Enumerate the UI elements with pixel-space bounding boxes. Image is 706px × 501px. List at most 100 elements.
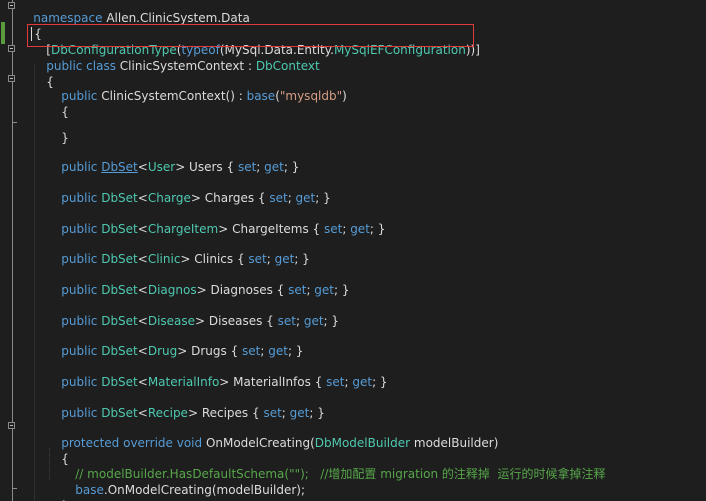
code-line-dbset-diagnoses: public DbSet<Diagnos> Diagnoses { set; g… [46, 266, 349, 297]
entity-type: User [147, 160, 176, 174]
close-brace: ; } [315, 191, 331, 205]
property-name: > MaterialInfos { [219, 375, 327, 389]
keyword-set: set [248, 252, 267, 266]
property-name: > Drugs { [177, 344, 243, 358]
code-line-dbset-recipes: public DbSet<Recipe> Recipes { set; get;… [46, 389, 325, 420]
keyword-public: public [61, 406, 98, 420]
dbset-type: DbSet [101, 375, 138, 389]
property-name: > Users { [175, 160, 238, 174]
paren: ) [342, 89, 347, 103]
keyword-public: public [61, 160, 98, 174]
entity-type: Charge [147, 191, 191, 205]
dbset-type: DbSet [101, 191, 138, 205]
keyword-get: get [314, 283, 335, 297]
semicolon: ; [266, 252, 275, 266]
code-line-dbset-drugs: public DbSet<Drug> Drugs { set; get; } [46, 327, 303, 358]
outline-end-tick [12, 122, 17, 123]
param-name: modelBuilder) [410, 436, 499, 450]
code-line-ctor-open: { [46, 88, 69, 119]
entity-type: ChargeItem [147, 222, 219, 236]
keyword-set: set [323, 222, 343, 236]
namespace-name: Allen.ClinicSystem.Data [102, 11, 250, 25]
keyword-public: public [61, 314, 98, 328]
keyword-get: get [352, 375, 373, 389]
dbset-type: DbSet [101, 344, 138, 358]
close-brace: ; } [294, 252, 310, 266]
code-line-dbset-users: public DbSet<User> Users { set; get; } [46, 143, 299, 174]
keyword-set: set [242, 344, 261, 358]
angle-open: < [137, 252, 148, 266]
keyword-base: base [246, 89, 276, 103]
change-indicator-bar [1, 22, 5, 44]
code-line-namespace: namespace Allen.ClinicSystem.Data [18, 0, 250, 25]
entity-type: Recipe [147, 406, 188, 420]
angle-open: < [137, 222, 148, 236]
code-line-onmodelcreating: protected override void OnModelCreating(… [46, 419, 498, 450]
close-brace: ; } [283, 160, 300, 174]
code-line-class-decl: public class ClinicSystemContext : DbCon… [31, 42, 319, 73]
method-name: OnModelCreating( [202, 436, 315, 450]
property-name: > Charges { [190, 191, 270, 205]
dbset-type: DbSet [101, 406, 138, 420]
keyword-set: set [277, 314, 296, 328]
string-literal: "mysqldb" [279, 89, 343, 103]
semicolon: ; [342, 222, 351, 236]
semicolon: ; [281, 406, 290, 420]
dbset-type-selected[interactable]: DbSet [101, 160, 138, 174]
code-line-base-call: base.OnModelCreating(modelBuilder); [60, 466, 305, 497]
keyword-set: set [269, 191, 288, 205]
keyword-set: set [263, 406, 282, 420]
code-line-dbset-materialinfos: public DbSet<MaterialInfo> MaterialInfos… [46, 358, 387, 389]
collapse-namespace-icon[interactable] [8, 2, 15, 9]
base-class: DbContext [255, 59, 320, 73]
property-name: > Recipes { [187, 406, 264, 420]
semicolon: ; [295, 314, 304, 328]
close-brace: ; } [287, 344, 304, 358]
outline-end-tick [12, 488, 17, 489]
collapse-constructor-icon[interactable] [8, 75, 15, 82]
keyword-set: set [288, 283, 307, 297]
collapse-method-icon[interactable] [8, 422, 15, 429]
code-line-dbset-chargeitems: public DbSet<ChargeItem> ChargeItems { s… [46, 205, 385, 236]
keyword-get: get [295, 191, 316, 205]
code-line-dbset-diseases: public DbSet<Disease> Diseases { set; ge… [46, 297, 339, 328]
keyword-public: public [61, 222, 98, 236]
close-brace: ; } [323, 314, 340, 328]
keyword-set: set [237, 160, 257, 174]
keyword-base: base [75, 483, 104, 497]
keyword-public: public [61, 191, 98, 205]
keyword-get: get [274, 252, 295, 266]
entity-type: Disease [147, 314, 196, 328]
close-brace: ; } [369, 222, 386, 236]
keyword-public: public [61, 344, 98, 358]
dbset-type: DbSet [101, 283, 138, 297]
editor-gutter [0, 0, 22, 501]
keyword-get: get [350, 222, 370, 236]
entity-type: Clinic [147, 252, 181, 266]
keyword-get: get [289, 406, 310, 420]
keyword-public: public [61, 375, 98, 389]
code-line-dbset-clinics: public DbSet<Clinic> Clinics { set; get;… [46, 235, 310, 266]
keyword-public: public [61, 283, 98, 297]
keyword-public: public [61, 252, 98, 266]
dbset-type: DbSet [101, 314, 138, 328]
angle-open: < [137, 344, 148, 358]
close-brace: ; } [372, 375, 388, 389]
angle-open: < [137, 406, 148, 420]
code-editor[interactable]: namespace Allen.ClinicSystem.Data { [DbC… [0, 0, 706, 501]
collapse-class-icon[interactable] [8, 45, 15, 52]
code-line-dbset-charges: public DbSet<Charge> Charges { set; get;… [46, 174, 331, 205]
keyword-namespace: namespace [33, 11, 103, 25]
semicolon: ; [287, 191, 296, 205]
entity-type: Drug [147, 344, 178, 358]
property-name: > Diagnoses { [196, 283, 289, 297]
dbset-type: DbSet [101, 222, 138, 236]
keyword-set: set [326, 375, 345, 389]
angle-open: < [137, 314, 148, 328]
keyword-public-class: public class [46, 59, 116, 73]
angle-open: < [137, 375, 148, 389]
code-line-constructor: public ClinicSystemContext() : base("mys… [46, 72, 347, 103]
keyword-get: get [264, 160, 284, 174]
constructor-sig: ClinicSystemContext() : [97, 89, 247, 103]
angle-open: < [137, 191, 148, 205]
